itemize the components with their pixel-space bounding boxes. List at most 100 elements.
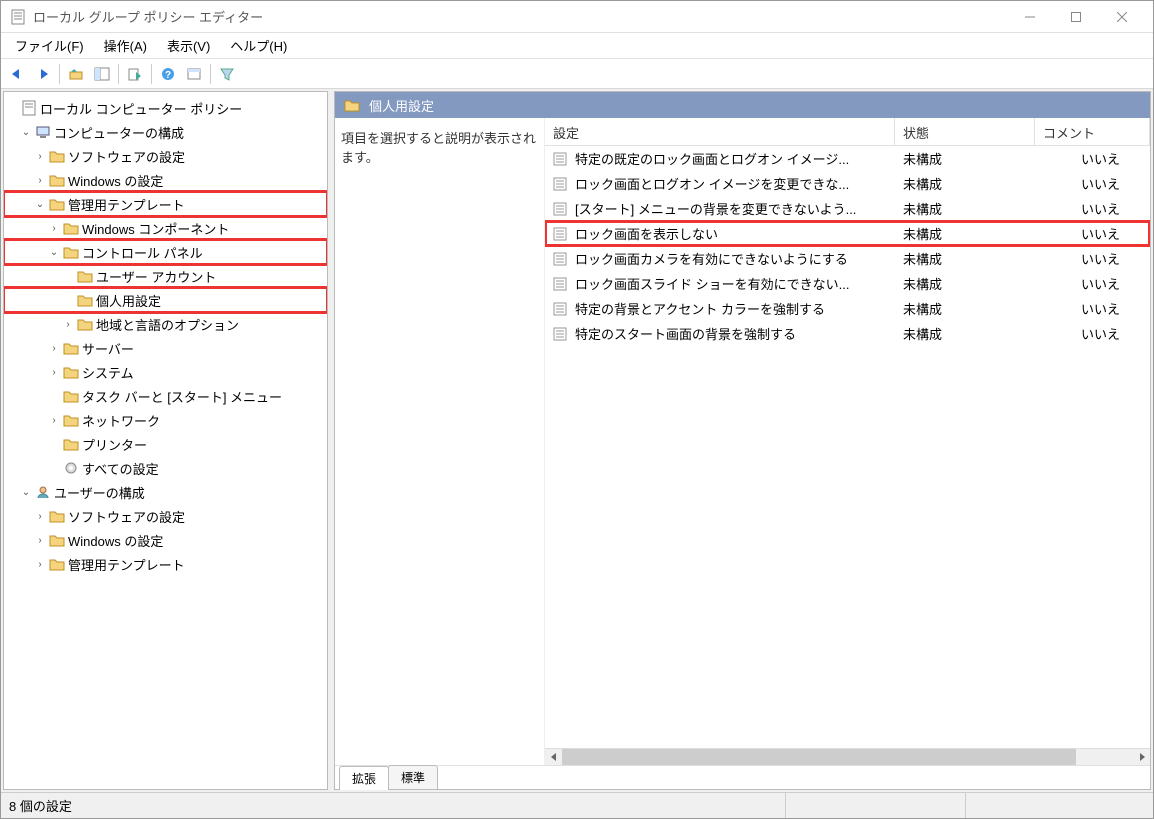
menu-action[interactable]: 操作(A)	[94, 32, 157, 59]
horizontal-scrollbar[interactable]	[545, 748, 1150, 765]
setting-name: ロック画面スライド ショーを有効にできない...	[575, 274, 849, 293]
menu-help[interactable]: ヘルプ(H)	[220, 32, 297, 59]
list-item[interactable]: 特定の背景とアクセント カラーを強制する未構成いいえ	[545, 296, 1150, 321]
toolbar-separator	[118, 64, 119, 84]
tree-printers[interactable]: ›プリンター	[4, 432, 327, 456]
expand-icon[interactable]: ›	[46, 223, 62, 234]
folder-icon	[48, 533, 66, 547]
close-button[interactable]	[1099, 1, 1145, 33]
back-button[interactable]	[5, 62, 29, 86]
tree-server[interactable]: ›サーバー	[4, 336, 327, 360]
list-item[interactable]: 特定のスタート画面の背景を強制する未構成いいえ	[545, 321, 1150, 346]
scroll-thumb[interactable]	[562, 749, 1076, 765]
forward-button[interactable]	[31, 62, 55, 86]
export-button[interactable]	[123, 62, 147, 86]
expand-icon[interactable]: ›	[32, 175, 48, 186]
tree-label: Windows の設定	[66, 531, 165, 550]
col-setting[interactable]: 設定	[545, 118, 895, 145]
tree-taskbar-start[interactable]: ›タスク バーと [スタート] メニュー	[4, 384, 327, 408]
setting-state: 未構成	[895, 224, 1035, 243]
setting-name: ロック画面とログオン イメージを変更できな...	[575, 174, 849, 193]
properties-button[interactable]	[182, 62, 206, 86]
col-state[interactable]: 状態	[895, 118, 1035, 145]
up-button[interactable]	[64, 62, 88, 86]
list-item[interactable]: ロック画面スライド ショーを有効にできない...未構成いいえ	[545, 271, 1150, 296]
tree-pane[interactable]: ▸ローカル コンピューター ポリシー ⌄コンピューターの構成 › ソフトウェアの設…	[3, 91, 328, 790]
app-icon	[9, 9, 27, 25]
collapse-icon[interactable]: ⌄	[18, 127, 34, 138]
list-item[interactable]: ロック画面を表示しない未構成いいえ	[545, 221, 1150, 246]
expand-icon[interactable]: ›	[46, 415, 62, 426]
tree-user-accounts[interactable]: ›ユーザー アカウント	[4, 264, 327, 288]
setting-icon	[551, 152, 569, 166]
setting-name: 特定のスタート画面の背景を強制する	[575, 324, 796, 343]
tree-system[interactable]: ›システム	[4, 360, 327, 384]
tree-windows-components[interactable]: ›Windows コンポーネント	[4, 216, 327, 240]
menu-view[interactable]: 表示(V)	[157, 32, 220, 59]
list-item[interactable]: 特定の既定のロック画面とログオン イメージ...未構成いいえ	[545, 146, 1150, 171]
collapse-icon[interactable]: ⌄	[46, 247, 62, 258]
folder-icon	[48, 197, 66, 211]
setting-state: 未構成	[895, 149, 1035, 168]
setting-name: ロック画面を表示しない	[575, 224, 718, 243]
list-rows[interactable]: 特定の既定のロック画面とログオン イメージ...未構成いいえロック画面とログオン…	[545, 146, 1150, 748]
expand-icon[interactable]: ›	[46, 367, 62, 378]
tree-admin-templates[interactable]: ⌄ 管理用テンプレート	[4, 192, 327, 216]
maximize-button[interactable]	[1053, 1, 1099, 33]
tree-label: 管理用テンプレート	[66, 195, 187, 214]
window: ローカル グループ ポリシー エディター ファイル(F) 操作(A) 表示(V)…	[0, 0, 1154, 819]
scroll-left-icon[interactable]	[545, 749, 562, 765]
tree-network[interactable]: ›ネットワーク	[4, 408, 327, 432]
toolbar-separator	[59, 64, 60, 84]
filter-button[interactable]	[215, 62, 239, 86]
scroll-track[interactable]	[562, 749, 1133, 765]
setting-icon	[551, 302, 569, 316]
tree-windows-settings[interactable]: ›Windows の設定	[4, 168, 327, 192]
expand-icon[interactable]: ›	[60, 319, 76, 330]
content-pane: 個人用設定 項目を選択すると説明が表示されます。 設定 状態 コメント 特定の既…	[334, 91, 1151, 790]
expand-icon[interactable]: ›	[46, 343, 62, 354]
folder-icon	[62, 221, 80, 235]
folder-icon	[76, 317, 94, 331]
setting-state: 未構成	[895, 199, 1035, 218]
tree-windows-settings-user[interactable]: › Windows の設定	[4, 528, 327, 552]
setting-name: 特定の既定のロック画面とログオン イメージ...	[575, 149, 849, 168]
menu-file[interactable]: ファイル(F)	[5, 32, 94, 59]
statusbar: 8 個の設定	[1, 792, 1153, 818]
titlebar: ローカル グループ ポリシー エディター	[1, 1, 1153, 33]
expand-icon[interactable]: ›	[32, 559, 48, 570]
list-item[interactable]: [スタート] メニューの背景を変更できないよう...未構成いいえ	[545, 196, 1150, 221]
setting-name: 特定の背景とアクセント カラーを強制する	[575, 299, 825, 318]
list-item[interactable]: ロック画面カメラを有効にできないようにする未構成いいえ	[545, 246, 1150, 271]
tree-control-panel[interactable]: ⌄コントロール パネル	[4, 240, 327, 264]
content-body: 項目を選択すると説明が表示されます。 設定 状態 コメント 特定の既定のロック画…	[335, 118, 1150, 765]
tab-standard[interactable]: 標準	[388, 765, 438, 789]
scroll-right-icon[interactable]	[1133, 749, 1150, 765]
tree-software-settings[interactable]: ›ソフトウェアの設定	[4, 144, 327, 168]
policy-icon	[20, 100, 38, 116]
tree-root[interactable]: ▸ローカル コンピューター ポリシー	[4, 96, 327, 120]
folder-icon	[48, 149, 66, 163]
setting-state: 未構成	[895, 274, 1035, 293]
list-item[interactable]: ロック画面とログオン イメージを変更できな...未構成いいえ	[545, 171, 1150, 196]
expand-icon[interactable]: ›	[32, 151, 48, 162]
tree-all-settings[interactable]: ›すべての設定	[4, 456, 327, 480]
help-button[interactable]: ?	[156, 62, 180, 86]
tree-computer-config[interactable]: ⌄コンピューターの構成	[4, 120, 327, 144]
tree-admin-templates-user[interactable]: ›管理用テンプレート	[4, 552, 327, 576]
tree-label: ソフトウェアの設定	[66, 507, 187, 526]
setting-comment: いいえ	[1035, 199, 1150, 218]
tree-user-config[interactable]: ⌄ユーザーの構成	[4, 480, 327, 504]
tree-software-settings-user[interactable]: › ソフトウェアの設定	[4, 504, 327, 528]
tab-extended[interactable]: 拡張	[339, 766, 389, 790]
collapse-icon[interactable]: ⌄	[32, 199, 48, 210]
folder-icon	[62, 365, 80, 379]
expand-icon[interactable]: ›	[32, 511, 48, 522]
collapse-icon[interactable]: ⌄	[18, 487, 34, 498]
tree-region-language[interactable]: ›地域と言語のオプション	[4, 312, 327, 336]
tree-personalization[interactable]: ›個人用設定	[4, 288, 327, 312]
minimize-button[interactable]	[1007, 1, 1053, 33]
expand-icon[interactable]: ›	[32, 535, 48, 546]
col-comment[interactable]: コメント	[1035, 118, 1150, 145]
show-tree-button[interactable]	[90, 62, 114, 86]
